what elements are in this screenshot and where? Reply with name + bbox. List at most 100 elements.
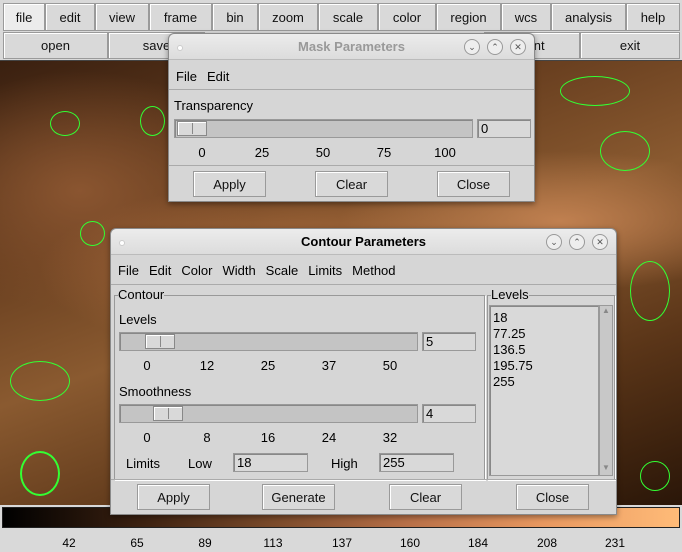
contour-line [10,361,70,401]
window-menu-icon[interactable] [119,240,125,246]
level-value: 255 [493,374,515,389]
menu-edit[interactable]: edit [45,3,95,31]
levels-frame-label: Levels [491,287,529,302]
level-value: 195.75 [493,358,533,373]
generate-button[interactable]: Generate [262,484,335,510]
maximize-icon[interactable]: ⌃ [487,39,503,55]
scroll-up-icon[interactable]: ▲ [600,306,612,318]
contour-parameters-dialog: Contour Parameters ⌄ ⌃ ✕ File Edit Color… [110,228,617,515]
slider-thumb[interactable] [153,406,183,421]
slider-tick: 0 [143,358,151,373]
menu-width[interactable]: Width [222,263,255,278]
slider-tick: 32 [382,430,398,445]
level-value: 77.25 [493,326,526,341]
menu-view[interactable]: view [95,3,149,31]
slider-tick: 37 [321,358,337,373]
slider-tick: 0 [198,145,206,160]
levels-scrollbar[interactable]: ▲ ▼ [599,305,613,476]
minimize-icon[interactable]: ⌄ [546,234,562,250]
smoothness-input[interactable]: 4 [422,404,476,423]
colorbar-tick: 160 [399,536,421,550]
maximize-icon[interactable]: ⌃ [569,234,585,250]
menu-color[interactable]: Color [181,263,212,278]
limits-label: Limits [126,456,160,471]
contour-line [80,221,105,246]
levels-label: Levels [119,312,157,327]
colorbar-tick: 231 [604,536,626,550]
colorbar-tick: 137 [331,536,353,550]
close-button[interactable]: Close [516,484,589,510]
menu-color[interactable]: color [378,3,436,31]
slider-tick: 50 [382,358,398,373]
close-icon[interactable]: ✕ [592,234,608,250]
clear-button[interactable]: Clear [389,484,462,510]
contour-line [630,261,670,321]
high-input[interactable]: 255 [379,453,454,472]
dialog-title: Mask Parameters [298,39,405,54]
levels-textbox[interactable]: 18 77.25 136.5 195.75 255 [489,305,599,476]
menu-analysis[interactable]: analysis [551,3,626,31]
menu-file[interactable]: File [118,263,139,278]
menu-edit[interactable]: Edit [207,69,229,84]
smoothness-slider[interactable] [119,404,418,423]
transparency-input[interactable]: 0 [477,119,531,138]
menu-edit[interactable]: Edit [149,263,171,278]
open-button[interactable]: open [3,32,108,59]
clear-button[interactable]: Clear [315,171,388,197]
slider-tick: 25 [254,145,270,160]
apply-button[interactable]: Apply [137,484,210,510]
dialog-menubar: File Edit [169,69,534,90]
slider-tick: 75 [376,145,392,160]
menu-zoom[interactable]: zoom [258,3,318,31]
exit-button[interactable]: exit [580,32,680,59]
minimize-icon[interactable]: ⌄ [464,39,480,55]
level-value: 136.5 [493,342,526,357]
dialog-title: Contour Parameters [301,234,426,249]
contour-line [50,111,80,136]
contour-line [600,131,650,171]
levels-slider[interactable] [119,332,418,351]
slider-tick: 50 [315,145,331,160]
close-button[interactable]: Close [437,171,510,197]
menu-bin[interactable]: bin [212,3,258,31]
slider-tick: 100 [434,145,456,160]
slider-tick: 25 [260,358,276,373]
menu-wcs[interactable]: wcs [501,3,551,31]
dialog-menubar: File Edit Color Width Scale Limits Metho… [111,263,616,285]
menu-limits[interactable]: Limits [308,263,342,278]
contour-line [20,451,60,496]
window-menu-icon[interactable] [177,45,183,51]
menu-file[interactable]: file [3,3,45,31]
contour-line [560,76,630,106]
colorbar-tick: 208 [536,536,558,550]
colorbar-tick: 89 [198,536,212,550]
menu-scale[interactable]: Scale [266,263,299,278]
menu-help[interactable]: help [626,3,680,31]
contour-line [640,461,670,491]
smoothness-label: Smoothness [119,384,192,399]
title-bar[interactable]: Contour Parameters [111,229,616,255]
menu-frame[interactable]: frame [149,3,212,31]
colorbar-tick: 184 [467,536,489,550]
slider-tick: 16 [260,430,276,445]
menu-region[interactable]: region [436,3,501,31]
menu-scale[interactable]: scale [318,3,378,31]
slider-thumb[interactable] [145,334,175,349]
slider-tick: 0 [143,430,151,445]
contour-line [140,106,165,136]
low-input[interactable]: 18 [233,453,308,472]
apply-button[interactable]: Apply [193,171,266,197]
slider-thumb[interactable] [177,121,207,136]
close-icon[interactable]: ✕ [510,39,526,55]
menu-method[interactable]: Method [352,263,395,278]
transparency-slider[interactable] [174,119,473,138]
level-value: 18 [493,310,508,325]
low-label: Low [188,456,212,471]
colorbar-tick: 113 [263,536,283,550]
slider-tick: 24 [321,430,337,445]
scroll-down-icon[interactable]: ▼ [600,463,612,475]
levels-input[interactable]: 5 [422,332,476,351]
contour-frame-label: Contour [118,287,165,302]
menu-file[interactable]: File [176,69,197,84]
slider-tick: 8 [203,430,211,445]
